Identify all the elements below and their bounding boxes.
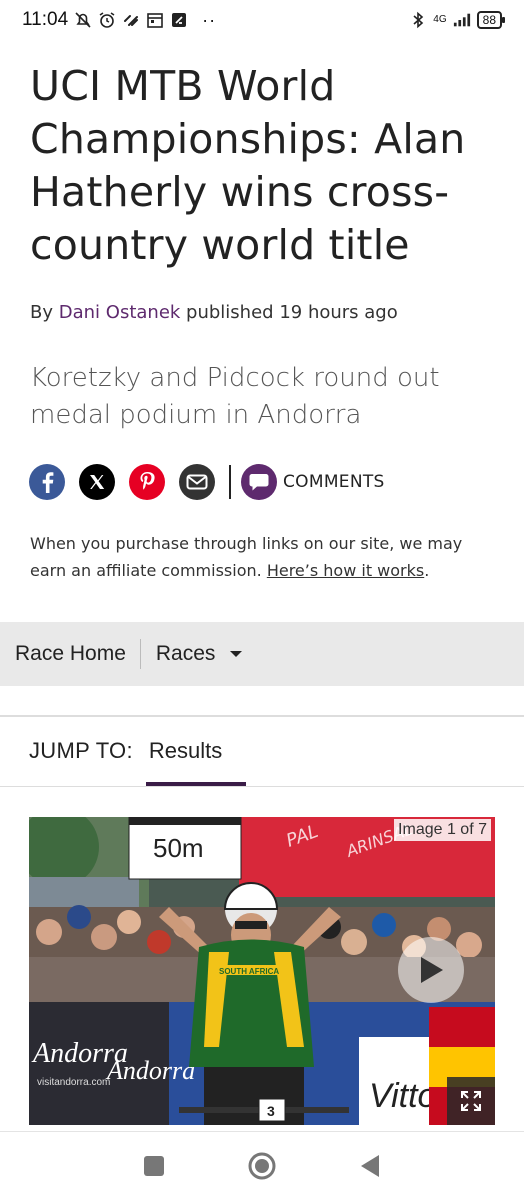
signal-icon	[453, 11, 471, 29]
bib-number: 3	[267, 1103, 275, 1119]
hero-banner-text-right: Andorra	[105, 1056, 195, 1085]
pinterest-share-button[interactable]	[129, 464, 165, 500]
battery-indicator: 88	[476, 11, 506, 29]
jump-to-nav: JUMP TO: Results	[29, 738, 222, 764]
author-link[interactable]: Dani Ostanek	[59, 302, 181, 323]
byline: By Dani Ostanek published 19 hours ago	[30, 302, 398, 323]
races-dropdown[interactable]: Races	[141, 642, 258, 666]
alarm-icon	[98, 11, 116, 29]
affiliate-disclosure: When you purchase through links on our s…	[30, 530, 500, 584]
hero-banner-subtext-left: visitandorra.com	[37, 1077, 110, 1088]
status-bar: 11:04 ·· 4G 88	[0, 0, 524, 40]
mute-icon	[74, 11, 92, 29]
back-triangle-icon	[361, 1155, 379, 1177]
back-button[interactable]	[355, 1151, 385, 1181]
email-icon	[186, 474, 208, 490]
byline-prefix: By	[30, 302, 54, 323]
recent-apps-button[interactable]	[139, 1151, 169, 1181]
play-icon	[421, 957, 443, 983]
email-share-button[interactable]	[179, 464, 215, 500]
share-bar: COMMENTS	[29, 464, 385, 500]
comments-link[interactable]: COMMENTS	[283, 472, 385, 492]
notification-icons: ··	[74, 10, 216, 31]
x-logo-icon	[90, 475, 105, 489]
jump-to-label: JUMP TO:	[29, 738, 133, 763]
affiliate-suffix: .	[424, 561, 430, 580]
published-time: published 19 hours ago	[186, 302, 398, 323]
pinterest-icon	[140, 472, 155, 490]
status-time: 11:04	[22, 9, 69, 30]
expand-icon	[461, 1091, 481, 1111]
fullscreen-button[interactable]	[447, 1077, 495, 1125]
x-share-button[interactable]	[79, 464, 115, 500]
comments-icon[interactable]	[241, 464, 277, 500]
chevron-down-icon	[230, 651, 243, 657]
system-icons: 4G 88	[409, 11, 506, 29]
app-icon	[170, 11, 188, 29]
race-nav-bar: Race Home Races	[0, 622, 524, 686]
jump-to-results-tab[interactable]: Results	[149, 738, 222, 764]
distance-sign-text: 50m	[153, 833, 204, 863]
circle-icon	[248, 1152, 276, 1180]
article-headline: UCI MTB World Championships: Alan Hather…	[30, 62, 466, 269]
jersey-text: SOUTH AFRICA	[219, 967, 279, 976]
affiliate-info-link[interactable]: Here’s how it works	[267, 561, 424, 580]
square-icon	[144, 1156, 164, 1176]
jump-to-top-rule	[0, 715, 524, 717]
image-counter: Image 1 of 7	[394, 819, 491, 841]
network-type: 4G	[433, 14, 447, 25]
races-label: Races	[155, 642, 216, 665]
jump-to-bottom-rule	[0, 786, 524, 787]
calendar-icon	[146, 11, 164, 29]
facebook-share-button[interactable]	[29, 464, 65, 500]
bluetooth-icon	[409, 11, 427, 29]
article-standfirst: Koretzky and Pidcock round out medal pod…	[30, 363, 440, 430]
system-nav-bar	[0, 1131, 524, 1200]
race-home-link[interactable]: Race Home	[0, 642, 140, 666]
hero-image[interactable]: PAL ARINSAL 50m Andorra visitandorra.com…	[29, 817, 495, 1125]
link-icon	[122, 11, 140, 29]
play-button[interactable]	[398, 937, 464, 1003]
facebook-icon	[42, 472, 54, 493]
share-divider	[229, 465, 231, 499]
home-button[interactable]	[247, 1151, 277, 1181]
more-notifications-icon: ··	[202, 9, 217, 30]
